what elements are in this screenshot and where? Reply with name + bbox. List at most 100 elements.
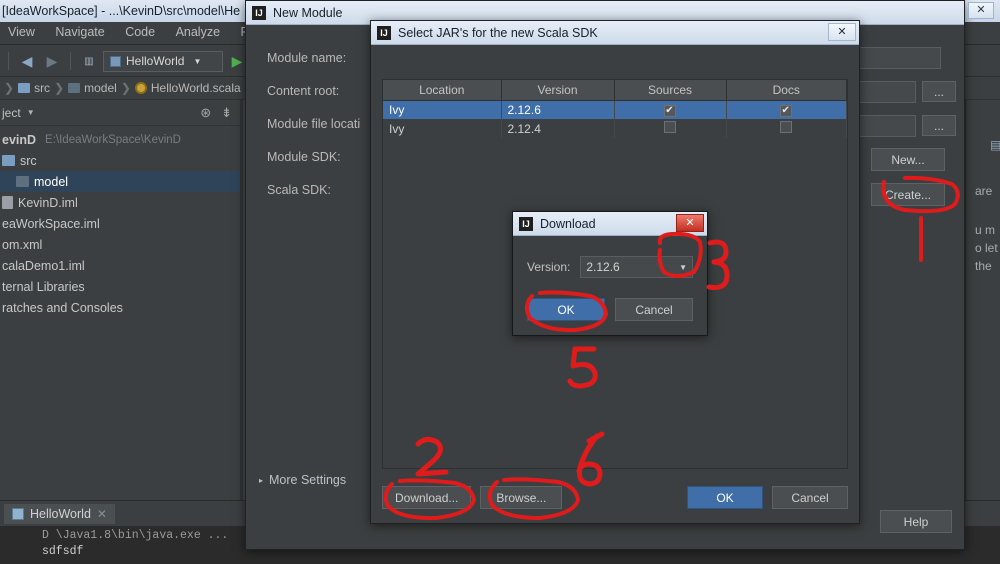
cell-sources: ✔	[614, 100, 727, 119]
download-button[interactable]: Download...	[382, 486, 472, 509]
intellij-logo-icon: IJ	[252, 5, 266, 20]
chevron-down-icon[interactable]: ▼	[27, 108, 35, 117]
new-module-window-close-button[interactable]: ✕	[968, 2, 994, 19]
browse-button[interactable]: Browse...	[480, 486, 563, 509]
breadcrumb-sep-2: ❯	[120, 81, 131, 95]
side-text-2: o let	[975, 241, 998, 255]
menu-item-analyze[interactable]: Analyze	[168, 22, 229, 42]
version-value: 2.12.6	[586, 260, 620, 274]
panel-splitter[interactable]	[240, 100, 243, 500]
target-icon[interactable]: ⊛	[200, 105, 211, 121]
download-titlebar: IJ Download ✕	[513, 212, 707, 236]
chevron-down-icon: ▼	[679, 262, 687, 272]
more-settings-label: More Settings	[269, 473, 347, 487]
new-module-title: New Module	[273, 5, 343, 20]
file-icon	[2, 196, 13, 209]
new-module-footer: Help	[880, 510, 952, 533]
side-panel-icon: ▤	[990, 138, 1000, 152]
cell-version: 2.12.6	[501, 100, 615, 119]
side-text-3: the	[975, 259, 992, 273]
help-button[interactable]: Help	[880, 510, 952, 533]
binary-icon[interactable]: ▥	[78, 50, 100, 72]
tree-item-project[interactable]: evinD E:\IdeaWorkSpace\KevinD	[0, 129, 240, 150]
tree-label-project: evinD	[2, 132, 37, 147]
side-text-0: are	[975, 184, 993, 198]
more-settings-toggle[interactable]: ▸ More Settings	[259, 473, 346, 487]
tree-item-scalademo-iml[interactable]: calaDemo1.iml	[0, 255, 240, 276]
project-tree[interactable]: evinD E:\IdeaWorkSpace\KevinD src model …	[0, 126, 240, 500]
docs-checkbox[interactable]: ✔	[779, 105, 792, 118]
triangle-right-icon: ▸	[259, 475, 264, 485]
run-configuration-selector[interactable]: HelloWorld ▼	[103, 50, 223, 72]
select-jars-footer: Download... Browse... OK Cancel	[382, 486, 848, 509]
breadcrumb-label-src: src	[34, 81, 51, 95]
column-header-docs[interactable]: Docs	[726, 80, 847, 101]
tree-item-kevind-iml[interactable]: KevinD.iml	[0, 192, 240, 213]
arrow-right-icon[interactable]: ▶	[41, 50, 63, 72]
run-config-icon	[110, 55, 121, 67]
folder-source-icon	[2, 155, 15, 166]
tree-label-model: model	[34, 174, 69, 189]
select-jars-titlebar: IJ Select JAR's for the new Scala SDK ✕	[371, 21, 859, 45]
run-tab-label: HelloWorld	[30, 506, 91, 521]
menu-item-view[interactable]: View	[0, 22, 44, 42]
column-header-sources[interactable]: Sources	[614, 80, 727, 101]
label-module-name: Module name:	[267, 51, 347, 65]
breadcrumb-item-src[interactable]: src	[18, 81, 50, 95]
select-jars-close-button[interactable]: ✕	[828, 23, 856, 41]
table-row[interactable]: Ivy 2.12.6 ✔ ✔	[383, 100, 847, 119]
new-sdk-button[interactable]: New...	[871, 148, 945, 171]
jars-table: Location Version Sources Docs Ivy 2.12.6…	[383, 80, 847, 138]
breadcrumb-label-file: HelloWorld.scala	[150, 81, 241, 95]
content-root-browse-button[interactable]: ...	[922, 81, 956, 102]
download-close-button[interactable]: ✕	[676, 214, 704, 232]
tree-item-scratches[interactable]: ratches and Consoles	[0, 297, 240, 318]
docs-checkbox[interactable]	[779, 121, 792, 133]
tree-item-workspace-iml[interactable]: eaWorkSpace.iml	[0, 213, 240, 234]
sources-checkbox[interactable]	[663, 121, 676, 133]
column-header-version[interactable]: Version	[501, 80, 615, 101]
folder-dark-icon	[68, 83, 81, 93]
breadcrumb-item-file[interactable]: HelloWorld.scala	[134, 81, 241, 95]
table-row[interactable]: Ivy 2.12.4	[383, 119, 847, 138]
tree-item-pom-xml[interactable]: om.xml	[0, 234, 240, 255]
toolbar-divider	[8, 52, 9, 70]
label-content-root: Content root:	[267, 84, 340, 98]
tree-item-src[interactable]: src	[0, 150, 240, 171]
menu-item-navigate[interactable]: Navigate	[47, 22, 113, 42]
column-header-location[interactable]: Location	[383, 80, 502, 101]
tree-item-model[interactable]: model	[0, 171, 240, 192]
project-panel-title: ject	[2, 105, 21, 120]
menu-item-code[interactable]: Code	[117, 22, 164, 42]
download-buttons: OK Cancel	[527, 298, 693, 321]
run-tab-helloworld[interactable]: HelloWorld ✕	[4, 503, 115, 524]
intellij-logo-icon: IJ	[377, 25, 391, 40]
download-cancel-button[interactable]: Cancel	[615, 298, 693, 321]
run-config-label: HelloWorld	[126, 54, 185, 68]
arrow-left-icon[interactable]: ◀	[16, 50, 38, 72]
chevron-down-icon: ▼	[193, 56, 202, 66]
cancel-button[interactable]: Cancel	[772, 486, 848, 509]
download-ok-button[interactable]: OK	[527, 298, 605, 321]
tree-item-external-libraries[interactable]: ternal Libraries	[0, 276, 240, 297]
download-dialog: IJ Download ✕ Version: 2.12.6 ▼ OK Cance…	[512, 211, 708, 336]
project-panel-header: ject ▼ ⊛ ⇟	[0, 100, 240, 126]
tree-label-external-libraries: ternal Libraries	[2, 279, 85, 294]
cell-sources	[614, 119, 727, 138]
label-module-sdk: Module SDK:	[267, 150, 341, 164]
download-body: Version: 2.12.6 ▼ OK Cancel	[513, 236, 707, 335]
ok-button[interactable]: OK	[687, 486, 763, 509]
close-icon[interactable]: ✕	[97, 507, 107, 521]
sources-checkbox[interactable]: ✔	[663, 105, 676, 118]
cell-docs	[726, 119, 847, 138]
version-dropdown[interactable]: 2.12.6 ▼	[580, 256, 693, 278]
module-file-location-browse-button[interactable]: ...	[922, 115, 956, 136]
tree-label-pom-xml: om.xml	[2, 237, 43, 252]
version-row: Version: 2.12.6 ▼	[527, 256, 693, 278]
breadcrumb-item-model[interactable]: model	[68, 81, 117, 95]
collapse-all-icon[interactable]: ⇟	[221, 105, 232, 121]
tree-label-workspace-iml: eaWorkSpace.iml	[2, 216, 100, 231]
create-button[interactable]: Create...	[871, 183, 945, 206]
cell-docs: ✔	[726, 100, 847, 119]
side-text-1: u m	[975, 223, 996, 237]
